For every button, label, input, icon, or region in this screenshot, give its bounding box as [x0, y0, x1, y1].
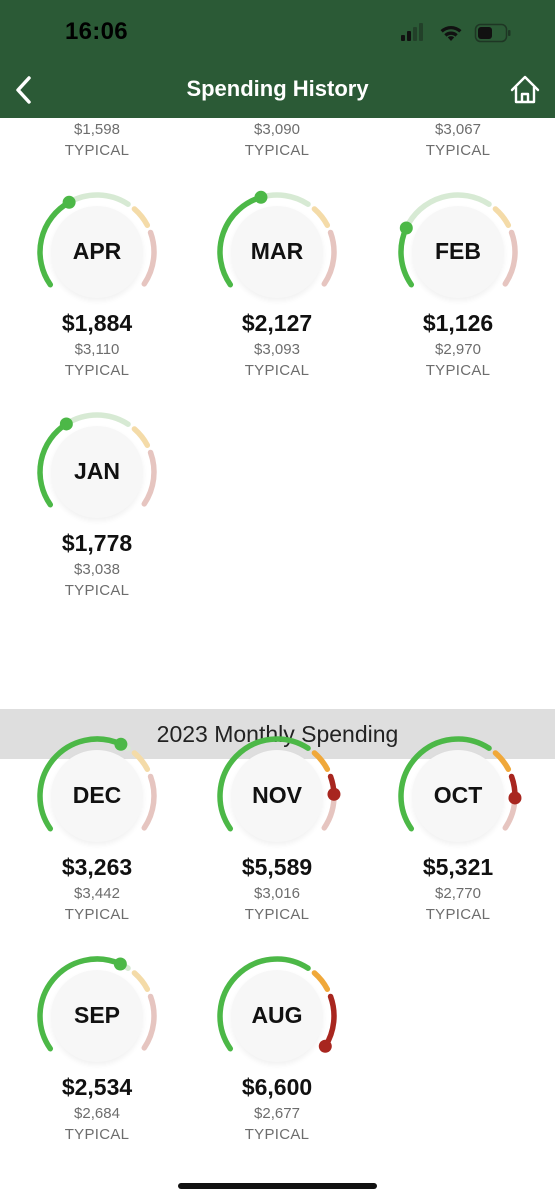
month-tile-jan[interactable]: JAN $1,778 $3,038 TYPICAL — [7, 382, 187, 602]
gauge-orange-faded-arc — [131, 750, 151, 772]
wifi-icon — [440, 26, 462, 41]
gauge-orange-arc — [311, 970, 331, 992]
month-tile-aug[interactable]: AUG $6,600 $2,677 TYPICAL — [187, 926, 367, 1146]
month-label: AUG — [251, 1002, 303, 1028]
gauge-green-faded-arc — [63, 412, 131, 427]
home-indicator — [178, 1183, 377, 1189]
typical-amount: $3,110 — [74, 341, 120, 358]
status-icons — [401, 23, 511, 43]
gauge-orange-faded-arc — [311, 206, 331, 228]
gauge-orange-faded-arc — [131, 206, 151, 228]
typical-amount: $3,093 — [254, 341, 300, 358]
gauge-indicator-dot — [254, 190, 268, 204]
typical-amount: $3,090 — [254, 121, 300, 138]
month-label: NOV — [252, 782, 302, 808]
typical-label: TYPICAL — [64, 1126, 130, 1143]
spending-amount: $5,589 — [241, 854, 313, 880]
spending-history-screen: 16:06 Spending History 2023 Monthly Spen… — [0, 0, 555, 1200]
gauge-orange-faded-arc — [492, 206, 512, 228]
month-tile-apr[interactable]: APR $1,884 $3,110 TYPICAL — [7, 162, 187, 382]
gauge-indicator-dot — [113, 957, 127, 971]
month-label: JAN — [73, 458, 120, 484]
status-time: 16:06 — [65, 18, 128, 45]
typical-label: TYPICAL — [425, 906, 491, 923]
month-label: MAR — [250, 238, 304, 264]
typical-label: TYPICAL — [244, 1126, 310, 1143]
home-button[interactable] — [507, 70, 543, 110]
gauge-indicator-dot — [399, 221, 413, 235]
typical-label: TYPICAL — [244, 362, 310, 379]
spending-amount: $1,884 — [61, 310, 133, 336]
month-tile-nov[interactable]: NOV $5,589 $3,016 TYPICAL — [187, 706, 367, 926]
gauge-indicator-dot — [114, 737, 128, 751]
gauge-orange-faded-arc — [131, 426, 151, 448]
month-tile-dec[interactable]: DEC $3,263 $3,442 TYPICAL — [7, 706, 187, 926]
spending-amount: $1,126 — [422, 310, 494, 336]
month-tile-mar[interactable]: MAR $2,127 $3,093 TYPICAL — [187, 162, 367, 382]
typical-label: TYPICAL — [64, 906, 130, 923]
spending-amount: $6,600 — [241, 1074, 313, 1100]
typical-amount: $3,067 — [435, 121, 481, 138]
battery-icon — [474, 23, 511, 43]
spending-amount: $2,534 — [61, 1074, 133, 1100]
spending-list[interactable]: 2023 Monthly Spending JUL$186$1,598TYPIC… — [0, 0, 555, 1200]
gauge-orange-arc — [492, 750, 512, 772]
month-label: DEC — [72, 782, 122, 808]
typical-label: TYPICAL — [244, 142, 310, 159]
spending-amount: $3,263 — [61, 854, 133, 880]
gauge-indicator-dot — [318, 1039, 332, 1053]
spending-amount: $5,321 — [422, 854, 494, 880]
month-label: SEP — [73, 1002, 121, 1028]
cellular-signal-icon — [401, 23, 423, 41]
typical-label: TYPICAL — [425, 142, 491, 159]
gauge-orange-faded-arc — [131, 970, 151, 992]
month-label: FEB — [435, 238, 481, 264]
typical-amount: $2,770 — [435, 885, 481, 902]
spending-amount: $2,127 — [241, 310, 313, 336]
typical-amount: $3,016 — [254, 885, 300, 902]
app-header: 16:06 Spending History — [0, 0, 555, 118]
month-label: OCT — [433, 782, 483, 808]
gauge-green-faded-arc — [258, 192, 311, 207]
spending-amount: $1,778 — [61, 530, 133, 556]
gauge-indicator-dot — [59, 417, 73, 431]
gauge-indicator-dot — [62, 195, 76, 209]
home-icon — [510, 75, 540, 104]
typical-amount: $2,970 — [435, 341, 481, 358]
typical-label: TYPICAL — [244, 906, 310, 923]
month-tile-sep[interactable]: SEP $2,534 $2,684 TYPICAL — [7, 926, 187, 1146]
month-label: APR — [72, 238, 122, 264]
typical-label: TYPICAL — [64, 582, 130, 599]
page-title: Spending History — [186, 76, 369, 101]
gauge-orange-arc — [311, 750, 331, 772]
typical-label: TYPICAL — [64, 142, 130, 159]
month-tile-feb[interactable]: FEB $1,126 $2,970 TYPICAL — [368, 162, 548, 382]
month-tile-oct[interactable]: OCT $5,321 $2,770 TYPICAL — [368, 706, 548, 926]
typical-amount: $2,677 — [254, 1105, 300, 1122]
typical-amount: $2,684 — [74, 1105, 120, 1122]
gauge-green-faded-arc — [66, 192, 131, 207]
typical-amount: $3,442 — [74, 885, 120, 902]
typical-label: TYPICAL — [64, 362, 130, 379]
typical-label: TYPICAL — [425, 362, 491, 379]
typical-amount: $1,598 — [74, 121, 120, 138]
typical-amount: $3,038 — [74, 561, 120, 578]
